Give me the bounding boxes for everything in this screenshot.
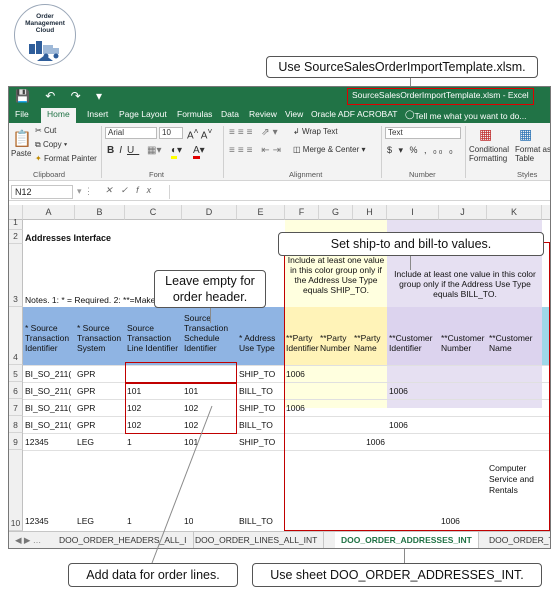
- callout-sheet-connector: [404, 549, 405, 563]
- callout-order-lines-connector: [151, 405, 213, 564]
- callout-sheet: Use sheet DOO_ORDER_ADDRESSES_INT.: [252, 563, 542, 587]
